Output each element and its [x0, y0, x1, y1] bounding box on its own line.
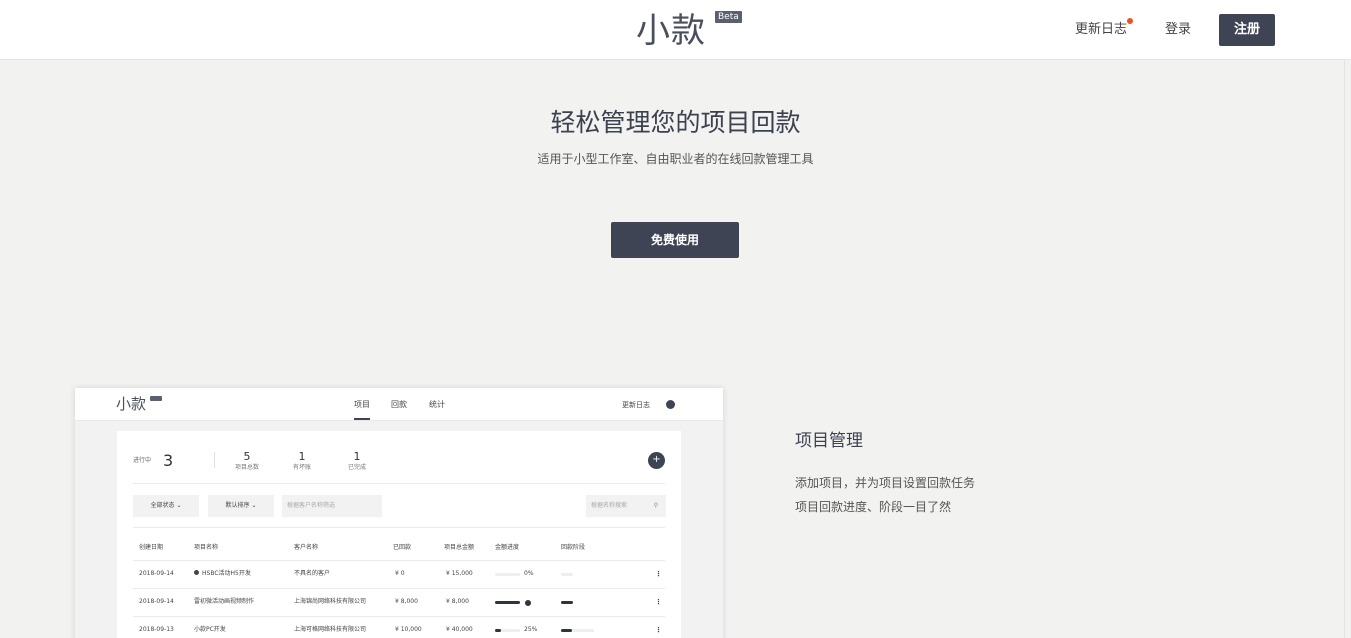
feature-line-2: 项目回款进度、阶段一目了然 — [795, 500, 952, 514]
preview-tab-projects: 项目 — [354, 399, 370, 420]
signup-button[interactable]: 注册 — [1219, 14, 1275, 46]
preview-sort-filter: 默认排序 ⌄ — [208, 495, 274, 517]
preview-divider — [133, 616, 665, 617]
preview-changelog: 更新日志 — [622, 401, 650, 409]
preview-logo-text: 小款 — [116, 395, 147, 413]
top-navbar: 小款 Beta 更新日志 登录 注册 — [0, 0, 1351, 60]
preview-cell-total: ¥ 8,000 — [446, 598, 469, 605]
free-use-button[interactable]: 免费使用 — [611, 222, 739, 258]
preview-status-filter: 全部状态 ⌄ — [133, 495, 199, 517]
preview-cell-total: ¥ 40,000 — [446, 626, 473, 633]
preview-cell-received: ¥ 0 — [395, 570, 405, 577]
preview-cell-received: ¥ 8,000 — [395, 598, 418, 605]
preview-cell-name: 小款PC开发 — [194, 626, 226, 633]
logo-text: 小款 — [636, 11, 706, 51]
preview-cell-date: 2018-09-13 — [139, 626, 174, 633]
preview-logo: 小款 — [116, 394, 162, 414]
preview-navbar: 小款 项目 回款 统计 更新日志 — [75, 388, 723, 421]
preview-divider — [133, 560, 665, 561]
preview-cell-date: 2018-09-14 — [139, 570, 174, 577]
preview-stat-bad-label: 有坏账 — [292, 464, 311, 471]
preview-name-search-placeholder: 根据名称搜索 — [591, 502, 628, 509]
preview-stat-done-value: 1 — [353, 450, 361, 463]
feature-line-1: 添加项目，并为项目设置回款任务 — [795, 476, 976, 490]
brand-logo[interactable]: 小款 Beta — [636, 8, 742, 54]
hero-subtitle: 适用于小型工作室、自由职业者的在线回款管理工具 — [537, 152, 814, 166]
preview-col-received: 已回款 — [393, 544, 412, 551]
preview-stat-total-label: 项目总数 — [234, 464, 259, 471]
preview-stage-bar — [561, 573, 573, 576]
check-icon — [525, 600, 531, 606]
preview-cell-client: 上海可格网络科技有限公司 — [294, 626, 367, 633]
preview-stage-bar — [561, 629, 594, 632]
preview-col-client: 客户名称 — [294, 544, 319, 551]
preview-progress-bar — [495, 573, 520, 576]
preview-cell-received: ¥ 10,000 — [395, 626, 422, 633]
preview-stat-done-label: 已完成 — [347, 464, 366, 471]
preview-more-icon: ⋮ — [655, 570, 662, 578]
scrollbar-track[interactable] — [1344, 60, 1351, 638]
preview-progress-bar — [495, 601, 520, 604]
preview-progress-fill — [495, 629, 502, 632]
preview-in-progress-count: 3 — [163, 451, 174, 470]
preview-cell-name: 雷初微活动画视频制作 — [194, 598, 255, 605]
preview-stat-divider — [214, 452, 215, 468]
preview-tab-payments: 回款 — [391, 400, 407, 409]
preview-name-search: 根据名称搜索 ⚲ — [586, 495, 666, 517]
notification-dot — [1127, 18, 1134, 24]
preview-stat-bad-value: 1 — [298, 450, 306, 463]
preview-more-icon: ⋮ — [655, 626, 662, 634]
preview-user-icon — [666, 400, 675, 409]
product-preview: 小款 项目 回款 统计 更新日志 进行中 3 5 项目总数 1 有坏账 1 已完… — [75, 388, 723, 638]
preview-divider — [133, 588, 665, 589]
preview-col-total: 项目总金额 — [444, 544, 475, 551]
preview-col-progress: 金额进度 — [495, 544, 520, 551]
preview-client-filter: 根据客户名称筛选 — [282, 495, 382, 517]
preview-cell-name-text: HSBC活动H5开发 — [202, 570, 251, 577]
preview-progress-bar — [495, 629, 520, 632]
info-icon — [194, 570, 199, 575]
preview-search-icon: ⚲ — [653, 502, 658, 509]
preview-in-progress-label: 进行中 — [133, 457, 152, 464]
preview-tab-stats: 统计 — [429, 400, 445, 409]
preview-stat-total-value: 5 — [243, 450, 251, 463]
changelog-label: 更新日志 — [1075, 22, 1128, 37]
feature-title: 项目管理 — [795, 431, 863, 451]
preview-col-name: 项目名称 — [194, 544, 219, 551]
preview-cell-client: 不具名的客户 — [294, 570, 331, 577]
preview-stage-fill — [561, 629, 572, 632]
login-link[interactable]: 登录 — [1165, 20, 1191, 40]
preview-progress-label: 25% — [524, 626, 538, 633]
preview-progress-label: 0% — [524, 570, 534, 577]
preview-more-icon: ⋮ — [655, 598, 662, 606]
preview-divider — [133, 483, 665, 484]
preview-col-date: 创建日期 — [139, 544, 164, 551]
preview-beta-badge — [150, 396, 162, 401]
preview-add-icon: + — [648, 452, 665, 469]
preview-cell-client: 上海锦尚网络科技有限公司 — [294, 598, 367, 605]
preview-stage-fill — [561, 601, 573, 604]
beta-badge: Beta — [715, 11, 742, 23]
preview-divider — [133, 527, 665, 528]
changelog-link[interactable]: 更新日志 — [1075, 18, 1134, 40]
preview-cell-date: 2018-09-14 — [139, 598, 174, 605]
preview-col-stage: 回款阶段 — [561, 544, 586, 551]
preview-progress-fill — [495, 601, 520, 604]
hero-title: 轻松管理您的项目回款 — [550, 108, 801, 137]
preview-cell-total: ¥ 15,000 — [446, 570, 473, 577]
preview-stage-bar — [561, 601, 573, 604]
preview-project-card: 进行中 3 5 项目总数 1 有坏账 1 已完成 + 全部状态 ⌄ 默认排序 ⌄… — [117, 431, 681, 638]
preview-cell-name: HSBC活动H5开发 — [194, 569, 251, 579]
